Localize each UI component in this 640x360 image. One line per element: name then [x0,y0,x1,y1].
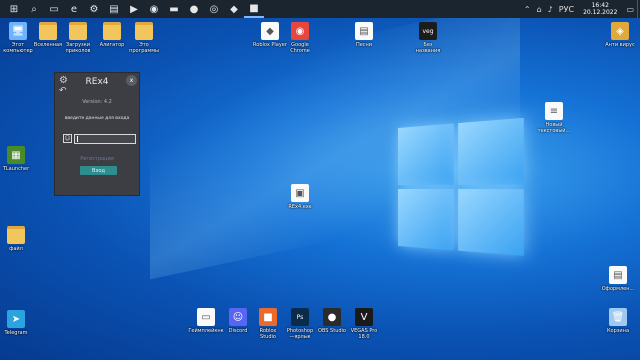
login-button[interactable]: Вход [80,166,117,175]
desktop-icon[interactable]: ◈ Анти вирус [598,22,640,48]
file-icon: ▤ [355,22,373,40]
recycle-bin-icon: 🗑 [609,308,627,326]
photoshop-icon: Ps [291,308,309,326]
register-link[interactable]: Регистрация [55,156,139,162]
close-button[interactable]: x [126,75,137,86]
desktop-icon-label: Корзина [606,328,630,334]
file-explorer-icon[interactable]: ▤ [104,0,124,18]
text-file-icon: ≡ [545,102,563,120]
desktop-icon[interactable]: файл [0,226,38,252]
desktop-icon[interactable]: ▤ Оформлен... [596,266,640,292]
desktop-icon-label: Google Chrome [290,42,310,54]
desktop-icon[interactable]: veg Без названия [406,22,450,54]
taskbar: ⊞ ⌕ ▭ e ⚙ ▤ ▶ ◉ ▬ ● ◎ ◆ ■ ⌃ ⌂ ♪ РУС 16:42 20.12.2022… [0,0,640,18]
desktop-icon-label: файл [9,246,23,252]
folder-icon [103,22,121,40]
rex-file-icon: ▣ [291,184,309,202]
windows-logo-wallpaper [398,117,526,259]
desktop-icon-label: Roblox Studio [259,328,277,340]
desktop-icon[interactable]: ➤ Telegram [0,310,38,336]
login-prompt: введите данные для входа [64,116,130,121]
folder-icon[interactable]: ▬ [164,0,184,18]
file-icon [7,226,25,244]
desktop-icon-label: Оформлен... [601,286,635,292]
desktop-icon-label: Без названия [415,42,441,54]
desktop-icon-label: REx4.exe [288,204,312,210]
edge-icon[interactable]: e [64,0,84,18]
desktop-icon-label: Это программы [129,42,159,54]
desktop-icon-label: Загрузки приколов [65,42,91,54]
desktop-icon[interactable]: V VEGAS Pro 18.0 [342,308,386,340]
desktop-icon[interactable]: Это программы [122,22,166,54]
folder-icon [39,22,57,40]
desktop-icon-label: Песни [355,42,373,48]
roblox-studio-icon[interactable]: ■ [244,0,264,18]
task-view-icon[interactable]: ▭ [44,0,64,18]
back-arrow-icon[interactable]: ↶ [59,86,67,96]
clock-date: 20.12.2022 [583,9,618,16]
desktop-icon[interactable]: ≡ Новый текстовый... [532,102,576,134]
volume-icon[interactable]: ♪ [548,5,553,14]
notifications-icon[interactable]: ▭ [626,5,634,14]
user-icon: ☺ [63,134,72,143]
windows-icon[interactable]: ⊞ [4,0,24,18]
roblox-icon: ◆ [261,22,279,40]
language-indicator[interactable]: РУС [559,5,574,14]
roblox-studio-icon: ■ [259,308,277,326]
settings-icon[interactable]: ⚙ [84,0,104,18]
system-tray: ⌃ ⌂ ♪ РУС 16:42 20.12.2022 ▭ [521,0,640,18]
search-icon[interactable]: ⌕ [24,0,44,18]
obs-icon: ● [323,308,341,326]
telegram-icon: ➤ [7,310,25,328]
desktop-icon-label: Алигатор [99,42,125,48]
desktop-icon-label: Анти вирус [605,42,635,48]
desktop-icon-label: Discord [228,328,248,334]
chevron-up-icon[interactable]: ⌃ [524,5,531,14]
computer-icon: 🖥 [9,22,27,40]
roblox-icon[interactable]: ◆ [224,0,244,18]
folder-shortcut-icon [69,22,87,40]
desktop-icon[interactable]: ▦ TLauncher [0,146,38,172]
desktop-icon-label: VEGAS Pro 18.0 [350,328,378,340]
version-label: Version: 4.2 [82,99,112,105]
document-icon: ▤ [609,266,627,284]
minecraft-icon: ▦ [7,146,25,164]
network-icon[interactable]: ⌂ [537,5,542,14]
obs-icon[interactable]: ● [184,0,204,18]
record-icon[interactable]: ◎ [204,0,224,18]
desktop-icon[interactable]: ▣ REx4.exe [278,184,322,210]
discord-icon: ☺ [229,308,247,326]
desktop-icon-label: Новый текстовый... [537,122,571,134]
folder-icon [135,22,153,40]
desktop-icon[interactable]: 🗑 Корзина [596,308,640,334]
chrome-icon: ◉ [291,22,309,40]
desktop-icon-label: TLauncher [2,166,30,172]
key-input[interactable] [74,134,136,144]
antivirus-icon: ◈ [611,22,629,40]
clock[interactable]: 16:42 20.12.2022 [583,2,617,16]
chrome-icon[interactable]: ◉ [144,0,164,18]
video-file-icon: ▭ [197,308,215,326]
vegas-icon: V [355,308,373,326]
desktop-icon-label: Telegram [4,330,28,336]
desktop-icon[interactable]: ▤ Песни [342,22,386,48]
rex4-window: ⚙ ↶ REx4 x Version: 4.2 введите данные д… [54,72,140,196]
media-icon[interactable]: ▶ [124,0,144,18]
veg-file-icon: veg [419,22,437,40]
text-caret [77,136,78,142]
clock-time: 16:42 [591,2,609,9]
desktop-icon[interactable]: ◉ Google Chrome [278,22,322,54]
